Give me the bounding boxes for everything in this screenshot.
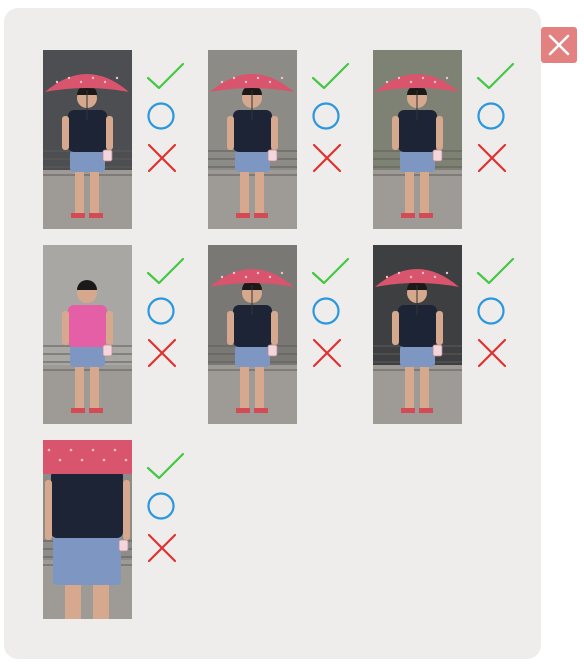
person-photo (208, 245, 297, 424)
reject-button[interactable] (476, 337, 516, 369)
person-photo (43, 50, 132, 229)
cross-icon (312, 338, 342, 368)
person-photo (43, 245, 132, 424)
check-icon (311, 62, 350, 90)
check-icon (146, 62, 185, 90)
person-image[interactable] (43, 440, 132, 619)
person-image[interactable] (43, 50, 132, 229)
uncertain-button[interactable] (146, 295, 186, 327)
person-photo (373, 50, 462, 229)
person-photo (43, 440, 132, 619)
cross-icon (477, 143, 507, 173)
reject-button[interactable] (146, 337, 186, 369)
accept-button[interactable] (476, 255, 516, 287)
close-icon (548, 34, 570, 56)
person-photo (208, 50, 297, 229)
accept-button[interactable] (146, 450, 186, 482)
accept-button[interactable] (311, 60, 351, 92)
check-icon (476, 257, 515, 285)
uncertain-button[interactable] (311, 295, 351, 327)
circle-icon (147, 297, 175, 325)
uncertain-button[interactable] (146, 490, 186, 522)
cross-icon (147, 338, 177, 368)
circle-icon (312, 102, 340, 130)
reject-button[interactable] (311, 142, 351, 174)
cross-icon (312, 143, 342, 173)
close-button[interactable] (541, 27, 577, 63)
person-photo (373, 245, 462, 424)
accept-button[interactable] (311, 255, 351, 287)
cross-icon (147, 533, 177, 563)
circle-icon (477, 102, 505, 130)
person-image[interactable] (208, 245, 297, 424)
cross-icon (477, 338, 507, 368)
person-image[interactable] (373, 245, 462, 424)
check-icon (476, 62, 515, 90)
circle-icon (477, 297, 505, 325)
person-image[interactable] (373, 50, 462, 229)
check-icon (146, 257, 185, 285)
person-image[interactable] (43, 245, 132, 424)
uncertain-button[interactable] (476, 100, 516, 132)
accept-button[interactable] (146, 255, 186, 287)
circle-icon (147, 492, 175, 520)
uncertain-button[interactable] (476, 295, 516, 327)
reject-button[interactable] (146, 142, 186, 174)
reject-button[interactable] (311, 337, 351, 369)
reject-button[interactable] (476, 142, 516, 174)
cross-icon (147, 143, 177, 173)
circle-icon (312, 297, 340, 325)
uncertain-button[interactable] (146, 100, 186, 132)
accept-button[interactable] (146, 60, 186, 92)
accept-button[interactable] (476, 60, 516, 92)
circle-icon (147, 102, 175, 130)
person-image[interactable] (208, 50, 297, 229)
check-icon (311, 257, 350, 285)
check-icon (146, 452, 185, 480)
uncertain-button[interactable] (311, 100, 351, 132)
reject-button[interactable] (146, 532, 186, 564)
